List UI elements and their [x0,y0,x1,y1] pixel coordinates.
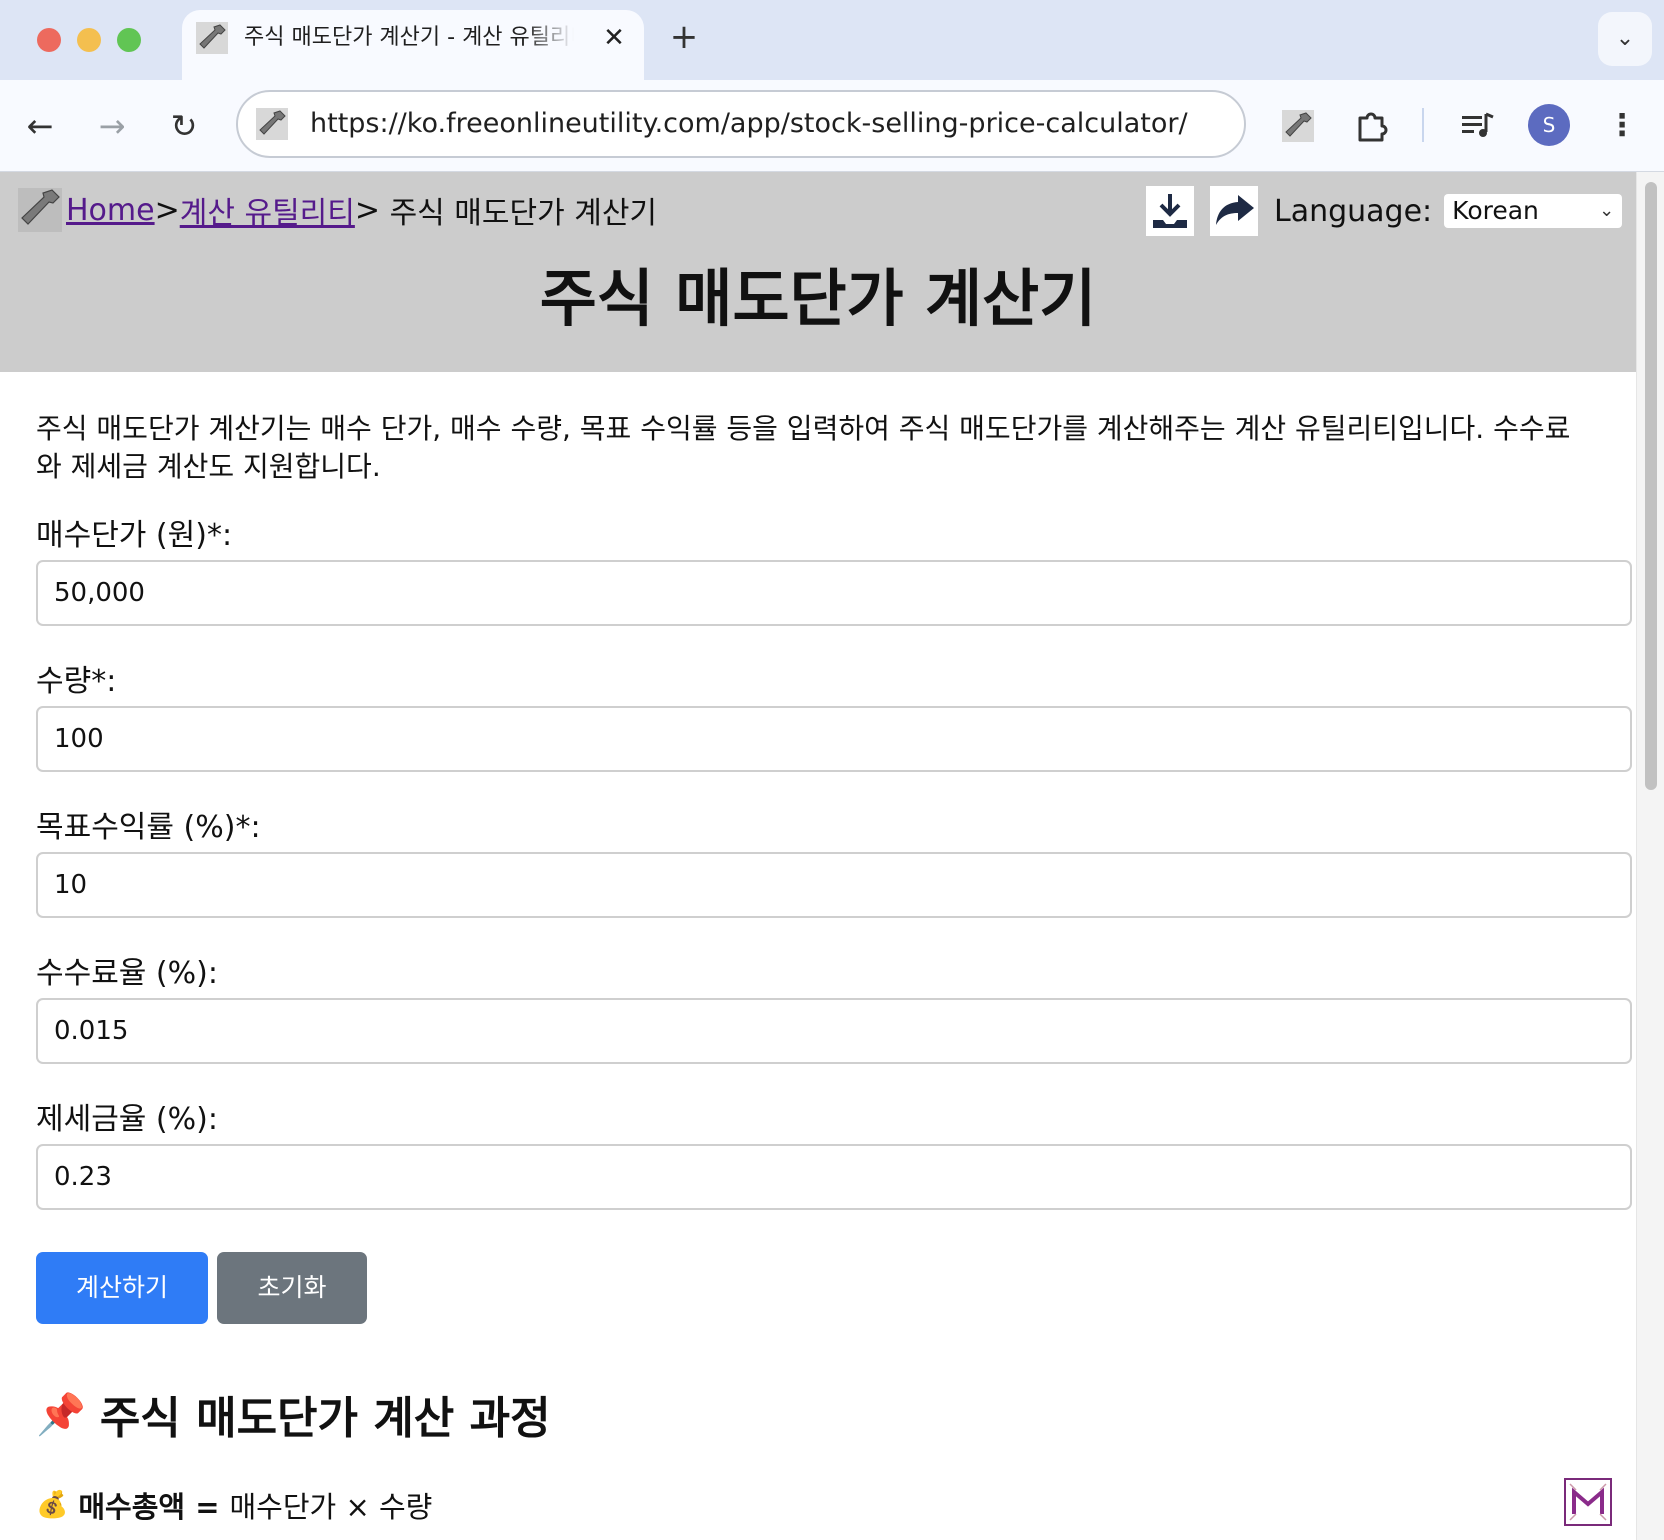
page-scrollbar[interactable] [1636,172,1664,1540]
quantity-label: 수량*: [36,664,117,699]
active-tab[interactable]: 주식 매도단가 계산기 - 계산 유틸리티 ✕ [182,10,644,82]
quantity-input[interactable]: 100 [36,706,1632,772]
back-icon[interactable]: ← [18,104,62,148]
minimize-window-button[interactable] [77,28,101,52]
calculate-button[interactable]: 계산하기 [36,1252,208,1324]
wrench-extension-icon[interactable] [1276,104,1320,148]
forward-icon[interactable]: → [90,104,134,148]
more-menu-icon[interactable]: ⋮ [1604,104,1640,148]
site-header: Home > 계산 유틸리티 > 주식 매도단가 계산기 Language: K… [0,172,1636,372]
toolbar-separator [1422,108,1424,142]
tab-strip: 주식 매도단가 계산기 - 계산 유틸리티 ✕ + ⌄ [0,0,1664,82]
reload-icon[interactable]: ↻ [162,104,206,148]
close-window-button[interactable] [37,28,61,52]
formula-line: 💰 매수총액 = 매수단가 × 수량 [36,1484,432,1526]
language-select[interactable]: Korean ⌄ [1444,194,1623,228]
language-label: Language: [1274,193,1433,229]
url-text[interactable]: https://ko.freeonlineutility.com/app/sto… [310,106,1188,142]
formula-term: 매수총액 = [78,1490,220,1524]
process-title-text: 주식 매도단가 계산 과정 [99,1393,551,1444]
breadcrumb-separator: > [354,192,390,228]
wrench-favicon-icon [196,22,228,54]
breadcrumb-category-link[interactable]: 계산 유틸리티 [180,188,355,232]
tab-title: 주식 매도단가 계산기 - 계산 유틸리티 [244,25,574,50]
tax-rate-input[interactable]: 0.23 [36,1144,1632,1210]
scrollbar-thumb[interactable] [1645,182,1657,790]
tab-search-chevron-icon[interactable]: ⌄ [1598,12,1652,66]
page-title: 주식 매도단가 계산기 [539,262,1097,335]
maximize-window-button[interactable] [117,28,141,52]
formula-expression: 매수단가 × 수량 [229,1490,433,1524]
extensions-icon[interactable] [1350,104,1394,148]
site-logo-icon[interactable] [18,186,64,234]
floating-widget-logo-icon[interactable] [1564,1478,1612,1526]
new-tab-button[interactable]: + [666,20,702,56]
breadcrumb-home-link[interactable]: Home [66,193,155,228]
browser-toolbar: ← → ↻ https://ko.freeonlineutility.com/a… [0,80,1664,172]
header-tools: Language: Korean ⌄ [1146,186,1623,236]
buy-price-label: 매수단가 (원)*: [36,518,233,553]
calculator-content: 주식 매도단가 계산기는 매수 단가, 매수 수량, 목표 수익률 등을 입력하… [36,410,1632,1524]
pushpin-icon: 📌 [36,1391,86,1438]
reset-button[interactable]: 초기화 [217,1252,367,1324]
breadcrumb-current: 주식 매도단가 계산기 [389,196,658,231]
target-return-input[interactable]: 10 [36,852,1632,918]
language-selected-value: Korean [1452,196,1539,225]
process-section-title: 📌 주식 매도단가 계산 과정 [36,1382,551,1446]
share-icon[interactable] [1210,186,1258,236]
breadcrumb: Home > 계산 유틸리티 > 주식 매도단가 계산기 [18,186,657,234]
breadcrumb-separator: > [154,192,180,228]
target-return-label: 목표수익률 (%)*: [36,810,261,845]
fee-rate-input[interactable]: 0.015 [36,998,1632,1064]
tax-rate-label: 제세금율 (%): [36,1102,218,1137]
download-icon[interactable] [1146,186,1194,236]
page-viewport: Home > 계산 유틸리티 > 주식 매도단가 계산기 Language: K… [0,172,1636,1540]
tab-close-icon[interactable]: ✕ [598,22,630,54]
address-bar[interactable]: https://ko.freeonlineutility.com/app/sto… [236,90,1246,158]
chevron-down-icon: ⌄ [1599,200,1615,221]
media-controls-icon[interactable] [1456,104,1500,148]
buy-price-input[interactable]: 50,000 [36,560,1632,626]
money-bag-icon: 💰 [36,1490,69,1520]
fee-rate-label: 수수료율 (%): [36,956,218,991]
site-favicon-icon [256,108,288,140]
profile-avatar[interactable]: S [1528,104,1570,146]
intro-text: 주식 매도단가 계산기는 매수 단가, 매수 수량, 목표 수익률 등을 입력하… [36,412,1571,483]
